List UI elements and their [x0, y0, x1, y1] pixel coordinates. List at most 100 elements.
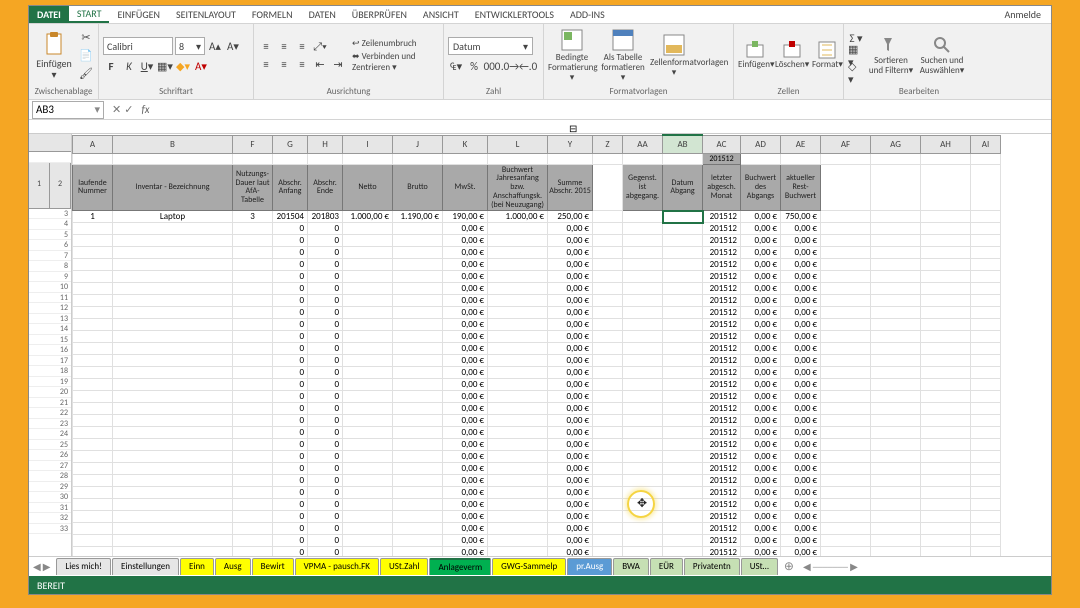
- cell[interactable]: 0,00 €: [741, 343, 781, 355]
- cell[interactable]: [233, 247, 273, 259]
- cell[interactable]: [488, 499, 548, 511]
- row-header[interactable]: 3: [29, 209, 71, 220]
- cell[interactable]: Laptop: [113, 211, 233, 223]
- col-header-Y[interactable]: Y: [548, 135, 593, 153]
- row-header[interactable]: 20: [29, 387, 71, 398]
- cell[interactable]: [113, 427, 233, 439]
- cell[interactable]: [393, 343, 443, 355]
- cell[interactable]: [663, 487, 703, 499]
- cell[interactable]: 0: [273, 415, 308, 427]
- sheet-tab-pr-ausg[interactable]: pr.Ausg: [567, 558, 612, 575]
- cell[interactable]: 0: [308, 355, 343, 367]
- cell[interactable]: [821, 499, 871, 511]
- row-header[interactable]: 32: [29, 513, 71, 524]
- cell[interactable]: [113, 535, 233, 547]
- cell[interactable]: 0: [273, 247, 308, 259]
- cell[interactable]: [921, 355, 971, 367]
- row-header[interactable]: 11: [29, 293, 71, 304]
- cell[interactable]: 0,00 €: [781, 331, 821, 343]
- cell[interactable]: [871, 499, 921, 511]
- sheet-tab-einn[interactable]: Einn: [180, 558, 214, 575]
- cell[interactable]: 0,00 €: [781, 223, 821, 235]
- cell[interactable]: 0,00 €: [548, 427, 593, 439]
- cell[interactable]: 0,00 €: [781, 523, 821, 535]
- cell[interactable]: [393, 415, 443, 427]
- cell[interactable]: [593, 547, 623, 556]
- cell[interactable]: 0,00 €: [443, 439, 488, 451]
- cell[interactable]: 0,00 €: [548, 271, 593, 283]
- cell[interactable]: [821, 391, 871, 403]
- cell[interactable]: [113, 499, 233, 511]
- cell[interactable]: [113, 331, 233, 343]
- cell[interactable]: 0,00 €: [741, 427, 781, 439]
- fill-color-button[interactable]: ◆▾: [175, 58, 191, 74]
- col-header-I[interactable]: I: [343, 135, 393, 153]
- cell[interactable]: [623, 367, 663, 379]
- cell[interactable]: [233, 295, 273, 307]
- ribbon-tab-seitenlayout[interactable]: SEITENLAYOUT: [168, 6, 244, 23]
- cell[interactable]: 0,00 €: [443, 451, 488, 463]
- cell[interactable]: 0,00 €: [741, 511, 781, 523]
- cell[interactable]: 0,00 €: [741, 211, 781, 223]
- cell[interactable]: 0,00 €: [781, 259, 821, 271]
- row-header[interactable]: 28: [29, 471, 71, 482]
- cell[interactable]: [593, 355, 623, 367]
- file-tab[interactable]: DATEI: [29, 6, 69, 23]
- signin-link[interactable]: Anmelde: [994, 6, 1051, 23]
- cell[interactable]: [971, 259, 1001, 271]
- cell[interactable]: [393, 379, 443, 391]
- cell[interactable]: [233, 547, 273, 556]
- cell[interactable]: [488, 523, 548, 535]
- select-all-corner[interactable]: [29, 134, 71, 152]
- cell[interactable]: [821, 427, 871, 439]
- cell[interactable]: [921, 439, 971, 451]
- sheet-tab-anlageverm[interactable]: Anlageverm: [429, 558, 491, 575]
- cell[interactable]: 0,00 €: [443, 355, 488, 367]
- cell[interactable]: 0,00 €: [781, 247, 821, 259]
- col-header-K[interactable]: K: [443, 135, 488, 153]
- cell[interactable]: [113, 463, 233, 475]
- cell[interactable]: [971, 463, 1001, 475]
- cell[interactable]: [821, 319, 871, 331]
- cell[interactable]: 0: [273, 391, 308, 403]
- cell[interactable]: [663, 259, 703, 271]
- cell[interactable]: [971, 439, 1001, 451]
- cell[interactable]: [663, 391, 703, 403]
- cell[interactable]: [488, 547, 548, 556]
- cell[interactable]: 0,00 €: [443, 319, 488, 331]
- sheet-tab-lies-mich-[interactable]: Lies mich!: [56, 558, 111, 575]
- cell[interactable]: 0: [273, 259, 308, 271]
- cell[interactable]: 0: [273, 271, 308, 283]
- cell[interactable]: [663, 547, 703, 556]
- cell[interactable]: [393, 391, 443, 403]
- ribbon-tab-ansicht[interactable]: ANSICHT: [415, 6, 467, 23]
- cell[interactable]: 0,00 €: [443, 547, 488, 556]
- cell[interactable]: 0: [308, 307, 343, 319]
- row-header[interactable]: 7: [29, 251, 71, 262]
- cell[interactable]: 201512: [703, 523, 741, 535]
- cell[interactable]: [663, 439, 703, 451]
- cell[interactable]: 0,00 €: [741, 247, 781, 259]
- cell[interactable]: [343, 271, 393, 283]
- sheet-tab-bwa[interactable]: BWA: [613, 558, 649, 575]
- cell[interactable]: [73, 427, 113, 439]
- cell[interactable]: [113, 307, 233, 319]
- cell[interactable]: 0,00 €: [781, 319, 821, 331]
- cell[interactable]: 0: [273, 475, 308, 487]
- cell[interactable]: [393, 511, 443, 523]
- cell[interactable]: [821, 535, 871, 547]
- cell[interactable]: 0,00 €: [741, 439, 781, 451]
- cell[interactable]: [488, 475, 548, 487]
- row-header[interactable]: 25: [29, 440, 71, 451]
- cell[interactable]: 0,00 €: [548, 247, 593, 259]
- cell[interactable]: [921, 283, 971, 295]
- cell[interactable]: 0,00 €: [741, 319, 781, 331]
- tab-scroll-next[interactable]: ▶: [43, 560, 51, 573]
- cell[interactable]: [593, 427, 623, 439]
- row-header[interactable]: 21: [29, 398, 71, 409]
- cell[interactable]: [488, 427, 548, 439]
- cell[interactable]: 0,00 €: [443, 535, 488, 547]
- cell[interactable]: [921, 547, 971, 556]
- cell[interactable]: [663, 427, 703, 439]
- cell[interactable]: [73, 283, 113, 295]
